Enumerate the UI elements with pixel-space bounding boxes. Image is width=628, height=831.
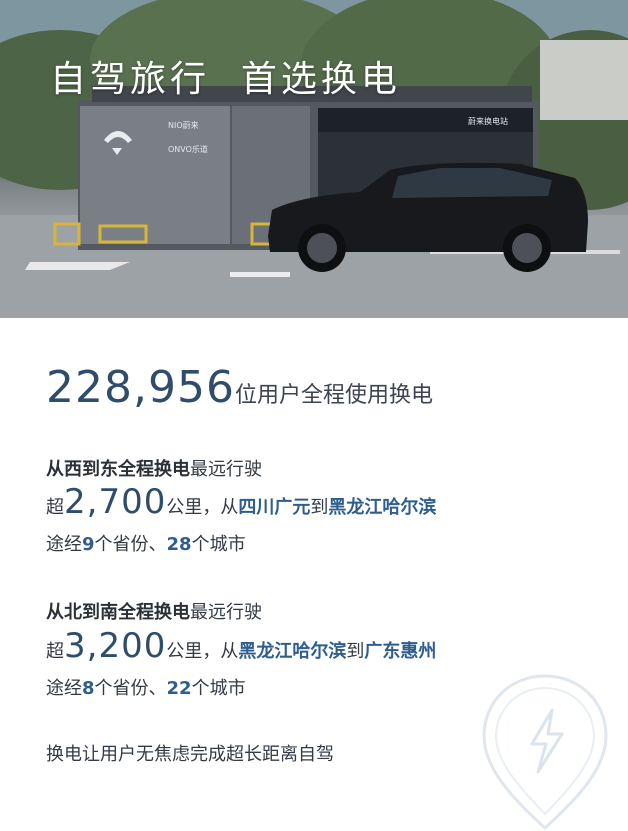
route-ns-to: 广东惠州 — [364, 641, 437, 662]
closing-statement: 换电让用户无焦虑完成超长距离自驾 — [46, 744, 334, 765]
route-ns-via-2: 个省份、 — [94, 678, 167, 699]
route-we-unit: 公里，从 — [166, 497, 239, 518]
route-ns-via-3: 个城市 — [191, 678, 246, 699]
route-ns-cities: 22 — [166, 678, 192, 699]
hero-title: 自驾旅行 首选换电 — [50, 59, 401, 100]
route-we-title-rest: 最远行驶 — [190, 459, 262, 480]
hero-illustration: NIO蔚来 ONVO乐道 蔚来换电站 — [0, 0, 628, 318]
route-we-provinces: 9 — [82, 534, 95, 555]
route-we-cities: 28 — [166, 534, 192, 555]
hero-photo: NIO蔚来 ONVO乐道 蔚来换电站 自驾旅行 首选换电 — [0, 0, 628, 318]
route-we-distance: 2,700 — [64, 482, 167, 522]
route-ns-via-1: 途经 — [46, 678, 82, 699]
route-north-south-via: 途经8个省份、22个城市 — [46, 674, 246, 700]
route-west-east-via: 途经9个省份、28个城市 — [46, 530, 246, 556]
route-ns-unit: 公里，从 — [166, 641, 239, 662]
route-ns-from: 黑龙江哈尔滨 — [238, 641, 347, 662]
route-west-east-distance: 超2,700公里，从四川广元到黑龙江哈尔滨 — [46, 482, 436, 522]
route-west-east-head: 从西到东全程换电最远行驶 — [46, 455, 262, 481]
route-we-title: 从西到东全程换电 — [46, 459, 190, 480]
route-we-via-3: 个城市 — [191, 534, 246, 555]
route-ns-title-rest: 最远行驶 — [190, 602, 262, 623]
route-we-via-1: 途经 — [46, 534, 82, 555]
station-brand-1: NIO蔚来 — [168, 120, 199, 130]
route-north-south-distance: 超3,200公里，从黑龙江哈尔滨到广东惠州 — [46, 626, 436, 666]
route-ns-distance: 3,200 — [64, 626, 167, 666]
route-north-south-head: 从北到南全程换电最远行驶 — [46, 598, 262, 624]
user-count-label: 位用户全程使用换电 — [234, 383, 433, 408]
user-count: 228,956 — [46, 362, 235, 413]
user-stat: 228,956位用户全程使用换电 — [46, 362, 433, 413]
route-ns-to-word: 到 — [346, 641, 365, 662]
route-ns-title: 从北到南全程换电 — [46, 602, 190, 623]
route-we-to-word: 到 — [310, 497, 329, 518]
route-we-via-2: 个省份、 — [94, 534, 167, 555]
route-we-from: 四川广元 — [238, 497, 311, 518]
station-sign: 蔚来换电站 — [468, 116, 508, 126]
station-brand-2: ONVO乐道 — [168, 144, 208, 154]
route-we-prefix: 超 — [46, 497, 64, 518]
route-we-to: 黑龙江哈尔滨 — [328, 497, 437, 518]
route-ns-provinces: 8 — [82, 678, 95, 699]
route-ns-prefix: 超 — [46, 641, 64, 662]
lightning-pin-icon — [482, 674, 608, 831]
